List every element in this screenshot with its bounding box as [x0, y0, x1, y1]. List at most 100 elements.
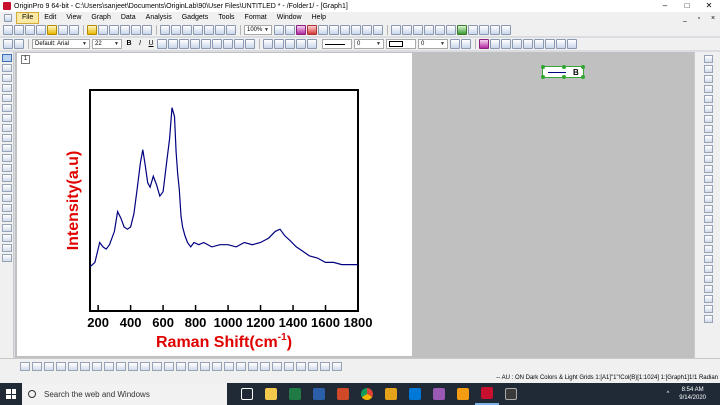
taskbar-app-explorer2[interactable] [379, 383, 403, 405]
supsubscript-icon[interactable] [179, 39, 189, 49]
start-button[interactable] [0, 383, 22, 405]
timestamp-icon[interactable] [704, 285, 713, 293]
text-tool-icon[interactable] [2, 144, 12, 152]
polygon-tool-icon[interactable] [2, 204, 12, 212]
selection-handle[interactable] [541, 75, 545, 79]
selection-handle[interactable] [562, 65, 566, 69]
data-reader-tool-icon[interactable] [2, 94, 12, 102]
open-template-icon[interactable] [98, 25, 108, 35]
zoom-tool-icon[interactable] [2, 64, 12, 72]
new-matrix-icon[interactable] [36, 25, 46, 35]
selection-handle[interactable] [562, 75, 566, 79]
raman-plot[interactable]: 200 400 600 800 1000 1200 1400 1600 1800 Intensi… [17, 53, 412, 356]
new-layout-icon[interactable] [58, 25, 68, 35]
refresh-icon[interactable] [171, 25, 181, 35]
legend-box[interactable]: B [541, 65, 585, 79]
arrow-tool-icon[interactable] [2, 154, 12, 162]
import-wizard-icon[interactable] [142, 25, 152, 35]
taskbar-app-snip[interactable] [427, 383, 451, 405]
rescale-y-icon[interactable] [704, 135, 713, 143]
task-view-button[interactable] [235, 383, 259, 405]
batch-icon[interactable] [204, 25, 214, 35]
add-colorscale-icon[interactable] [457, 25, 467, 35]
taskbar-clock[interactable]: 8:54 AM 9/14/2020 [679, 386, 706, 402]
menu-graph[interactable]: Graph [86, 12, 115, 24]
menu-help[interactable]: Help [307, 12, 331, 24]
distribute-icon[interactable] [556, 39, 566, 49]
line-style-select[interactable] [322, 39, 352, 49]
new-project-icon[interactable] [3, 25, 13, 35]
taskbar-app-camera[interactable] [499, 383, 523, 405]
fill-color-icon[interactable] [274, 39, 284, 49]
curved-arrow-tool-icon[interactable] [2, 164, 12, 172]
new-worksheet-icon[interactable] [14, 25, 24, 35]
group-icon[interactable] [704, 175, 713, 183]
zoom-out-icon[interactable] [285, 25, 295, 35]
draw-data-tool-icon[interactable] [2, 124, 12, 132]
project-explorer-icon[interactable] [340, 25, 350, 35]
symbol-icon[interactable] [450, 39, 460, 49]
align-left-icon[interactable] [704, 215, 713, 223]
save-icon[interactable] [109, 25, 119, 35]
duplicate-icon[interactable] [182, 25, 192, 35]
add-table-icon[interactable] [468, 25, 478, 35]
box-plot-icon[interactable] [152, 362, 162, 371]
insert-equation-tool-icon[interactable] [2, 254, 12, 262]
zoom-select[interactable]: 100% ▼ [244, 25, 272, 35]
line-symbol-plot-icon[interactable] [44, 362, 54, 371]
clock-icon[interactable] [704, 275, 713, 283]
ternary-plot-icon[interactable] [140, 362, 150, 371]
bubble-plot-icon[interactable] [272, 362, 282, 371]
taskbar-app-chrome[interactable] [355, 383, 379, 405]
fill-width-select[interactable]: 0 ▼ [418, 39, 448, 49]
rectangle-tool-icon[interactable] [2, 184, 12, 192]
template-library-icon[interactable] [248, 362, 258, 371]
pie-plot-icon[interactable] [80, 362, 90, 371]
menu-window[interactable]: Window [272, 12, 307, 24]
new-graph-icon[interactable] [25, 25, 35, 35]
taskbar-app-vlc[interactable] [451, 383, 475, 405]
maximize-button[interactable]: □ [676, 0, 698, 12]
mdi-minimize-button[interactable]: _ [678, 15, 692, 22]
menu-data[interactable]: Data [116, 12, 141, 24]
rescale-all-icon[interactable] [704, 155, 713, 163]
pattern-color-icon[interactable] [296, 39, 306, 49]
menu-analysis[interactable]: Analysis [141, 12, 177, 24]
ungroup-icon[interactable] [704, 185, 713, 193]
add-layer-icon[interactable] [704, 105, 713, 113]
stock-plot-icon[interactable] [176, 362, 186, 371]
selection-handle[interactable] [541, 65, 545, 69]
mdi-close-button[interactable]: × [706, 15, 720, 22]
back-icon[interactable] [512, 39, 522, 49]
mdi-restore-button[interactable]: ▫ [692, 15, 706, 22]
results-log-icon[interactable] [307, 25, 317, 35]
windrose-plot-icon[interactable] [308, 362, 318, 371]
piper-plot-icon[interactable] [320, 362, 330, 371]
same-size-icon[interactable] [704, 265, 713, 273]
line-width-select[interactable]: 0 ▼ [354, 39, 384, 49]
taskbar-app-excel[interactable] [283, 383, 307, 405]
fill-pattern-select[interactable] [386, 39, 416, 49]
object-manager-icon[interactable] [351, 25, 361, 35]
taskbar-app-powerpoint[interactable] [331, 383, 355, 405]
3d-bar-plot-icon[interactable] [212, 362, 222, 371]
waterfall-plot-icon[interactable] [236, 362, 246, 371]
font-size-select[interactable]: 22 ▼ [92, 39, 122, 49]
scale-in-tool-icon[interactable] [2, 74, 12, 82]
underline-button[interactable]: U [146, 39, 156, 49]
selection-handle[interactable] [581, 75, 585, 79]
group-icon[interactable] [479, 39, 489, 49]
bold-button[interactable]: B [124, 39, 134, 49]
front-icon[interactable] [501, 39, 511, 49]
align-icon[interactable] [545, 39, 555, 49]
italic-button[interactable]: I [135, 39, 145, 49]
smith-chart-icon[interactable] [296, 362, 306, 371]
graph-window-icon[interactable] [4, 14, 12, 22]
align-bottom-icon[interactable] [704, 245, 713, 253]
export-graph-icon[interactable] [704, 315, 713, 323]
add-text-icon[interactable] [402, 25, 412, 35]
increase-font-icon[interactable] [201, 39, 211, 49]
3d-scatter-plot-icon[interactable] [224, 362, 234, 371]
print-icon[interactable] [160, 25, 170, 35]
add-image-icon[interactable] [479, 25, 489, 35]
